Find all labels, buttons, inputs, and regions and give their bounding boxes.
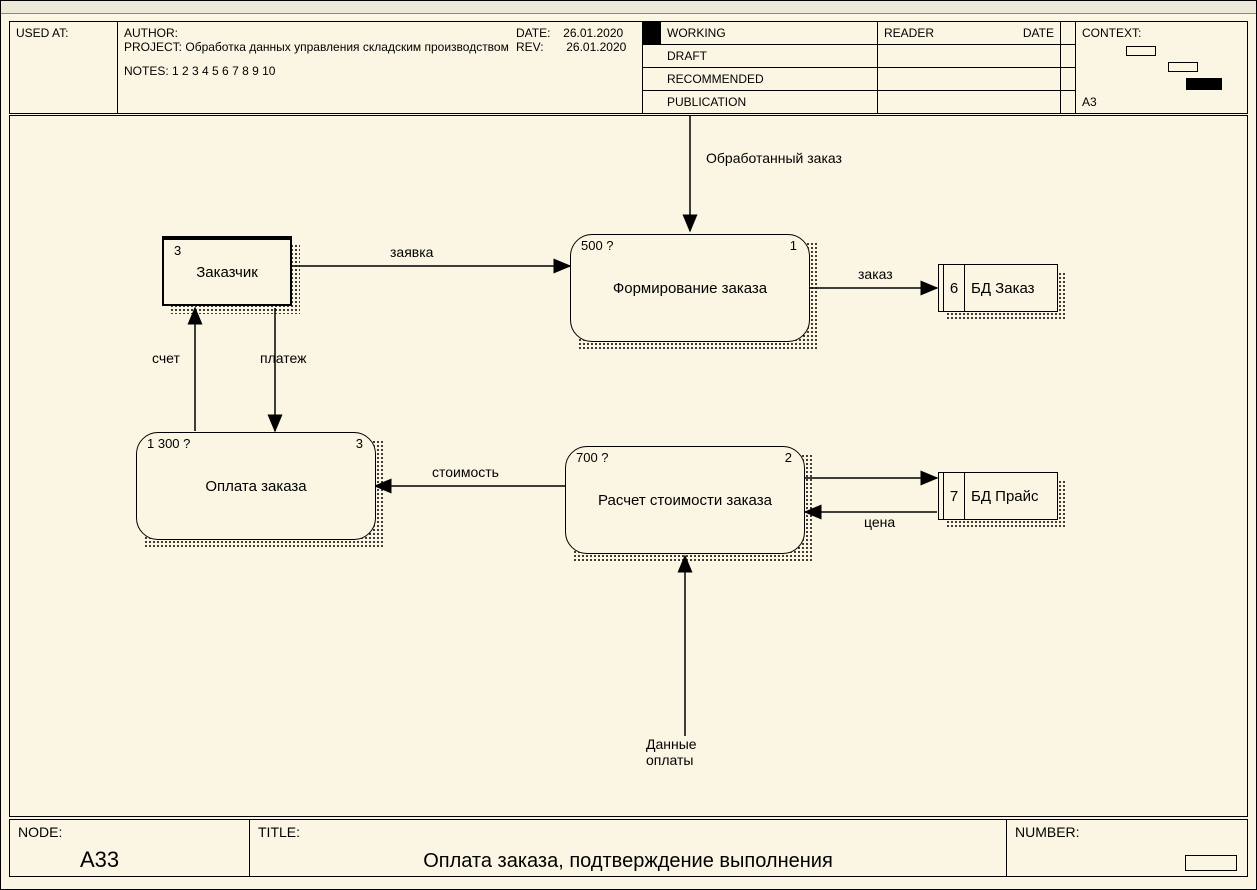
flow-payment: платеж <box>260 350 306 366</box>
footer-title-value: Оплата заказа, подтверждение выполнения <box>258 850 998 873</box>
activity-form-order-cost: 500 ? <box>581 238 614 253</box>
date-label: DATE: <box>516 26 550 40</box>
activity-pay-order-num: 3 <box>356 436 363 451</box>
footer-number-label: NUMBER: <box>1015 824 1080 840</box>
used-at-label: USED AT: <box>16 26 68 40</box>
activity-calc-cost-cost: 700 ? <box>576 450 609 465</box>
author-label: AUTHOR: <box>124 26 178 40</box>
context-value: A3 <box>1082 95 1097 109</box>
footer-number-cell: NUMBER: <box>1007 820 1247 877</box>
rev-value: 26.01.2020 <box>566 40 626 54</box>
context-box-active <box>1186 78 1222 90</box>
rev-label: REV: <box>516 40 544 54</box>
idef0-footer: NODE: A33 TITLE: Оплата заказа, подтверж… <box>9 819 1248 877</box>
status-recommended: RECOMMENDED <box>667 72 764 86</box>
notes-value: 1 2 3 4 5 6 7 8 9 10 <box>172 64 275 78</box>
diagram-page: USED AT: AUTHOR: PROJECT: Обработка данн… <box>0 0 1257 890</box>
datastore-price-db-id: 7 <box>943 473 965 519</box>
activity-pay-order-cost: 1 300 ? <box>147 436 190 451</box>
project-label: PROJECT: <box>124 40 182 54</box>
footer-node-cell: NODE: A33 <box>10 820 250 877</box>
footer-number-box <box>1185 855 1237 871</box>
datastore-price-db-label: БД Прайс <box>965 488 1039 505</box>
flow-invoice: счет <box>152 350 180 366</box>
activity-form-order: 500 ? 1 Формирование заказа <box>570 234 810 342</box>
flow-cost: стоимость <box>432 464 499 480</box>
status-draft: DRAFT <box>667 49 707 63</box>
used-at-cell: USED AT: <box>10 22 118 113</box>
datastore-price-db: 7 БД Прайс <box>938 472 1058 520</box>
entity-customer: 3 Заказчик <box>162 236 292 306</box>
activity-calc-cost-label: Расчет стоимости заказа <box>598 492 772 509</box>
flow-processed-order: Обработанный заказ <box>706 150 842 166</box>
flow-request: заявка <box>390 244 433 260</box>
datastore-order-db-id: 6 <box>943 265 965 311</box>
context-box-1 <box>1126 46 1156 56</box>
context-cell: CONTEXT: A3 <box>1076 22 1244 113</box>
notes-label: NOTES: <box>124 64 169 78</box>
datastore-order-db: 6 БД Заказ <box>938 264 1058 312</box>
date-black-marker <box>642 22 660 44</box>
project-value: Обработка данных управления складским пр… <box>185 40 509 54</box>
activity-pay-order-label: Оплата заказа <box>205 478 306 495</box>
footer-title-label: TITLE: <box>258 824 300 840</box>
reader-date-label: DATE <box>1023 26 1054 40</box>
flow-payment-data-l1: Данные <box>646 736 697 752</box>
status-working: WORKING <box>667 26 726 40</box>
footer-node-label: NODE: <box>18 824 62 840</box>
idef0-header: USED AT: AUTHOR: PROJECT: Обработка данн… <box>9 21 1248 114</box>
diagram-canvas: 3 Заказчик 500 ? 1 Формирование заказа 6… <box>9 115 1248 817</box>
flow-payment-data-l2: оплаты <box>646 752 694 768</box>
reader-label: READER <box>884 26 934 40</box>
flow-price: цена <box>864 514 895 530</box>
datastore-order-db-label: БД Заказ <box>965 280 1035 297</box>
footer-title-cell: TITLE: Оплата заказа, подтверждение выпо… <box>250 820 1007 877</box>
window-titlebar <box>1 1 1256 14</box>
footer-node-value: A33 <box>80 847 119 873</box>
status-publication: PUBLICATION <box>667 95 746 109</box>
context-box-2 <box>1168 62 1198 72</box>
flow-order: заказ <box>858 266 893 282</box>
entity-customer-label: Заказчик <box>196 264 258 281</box>
date-value: 26.01.2020 <box>563 26 623 40</box>
status-column: WORKING READER DATE DRAFT RECOMMENDED PU… <box>643 22 1076 113</box>
activity-calc-cost: 700 ? 2 Расчет стоимости заказа <box>565 446 805 554</box>
entity-customer-id: 3 <box>174 243 181 258</box>
activity-form-order-label: Формирование заказа <box>613 280 767 297</box>
activity-pay-order: 1 300 ? 3 Оплата заказа <box>136 432 376 540</box>
activity-calc-cost-num: 2 <box>785 450 792 465</box>
context-label: CONTEXT: <box>1082 26 1141 40</box>
activity-form-order-num: 1 <box>790 238 797 253</box>
author-project-cell: AUTHOR: PROJECT: Обработка данных управл… <box>118 22 643 113</box>
